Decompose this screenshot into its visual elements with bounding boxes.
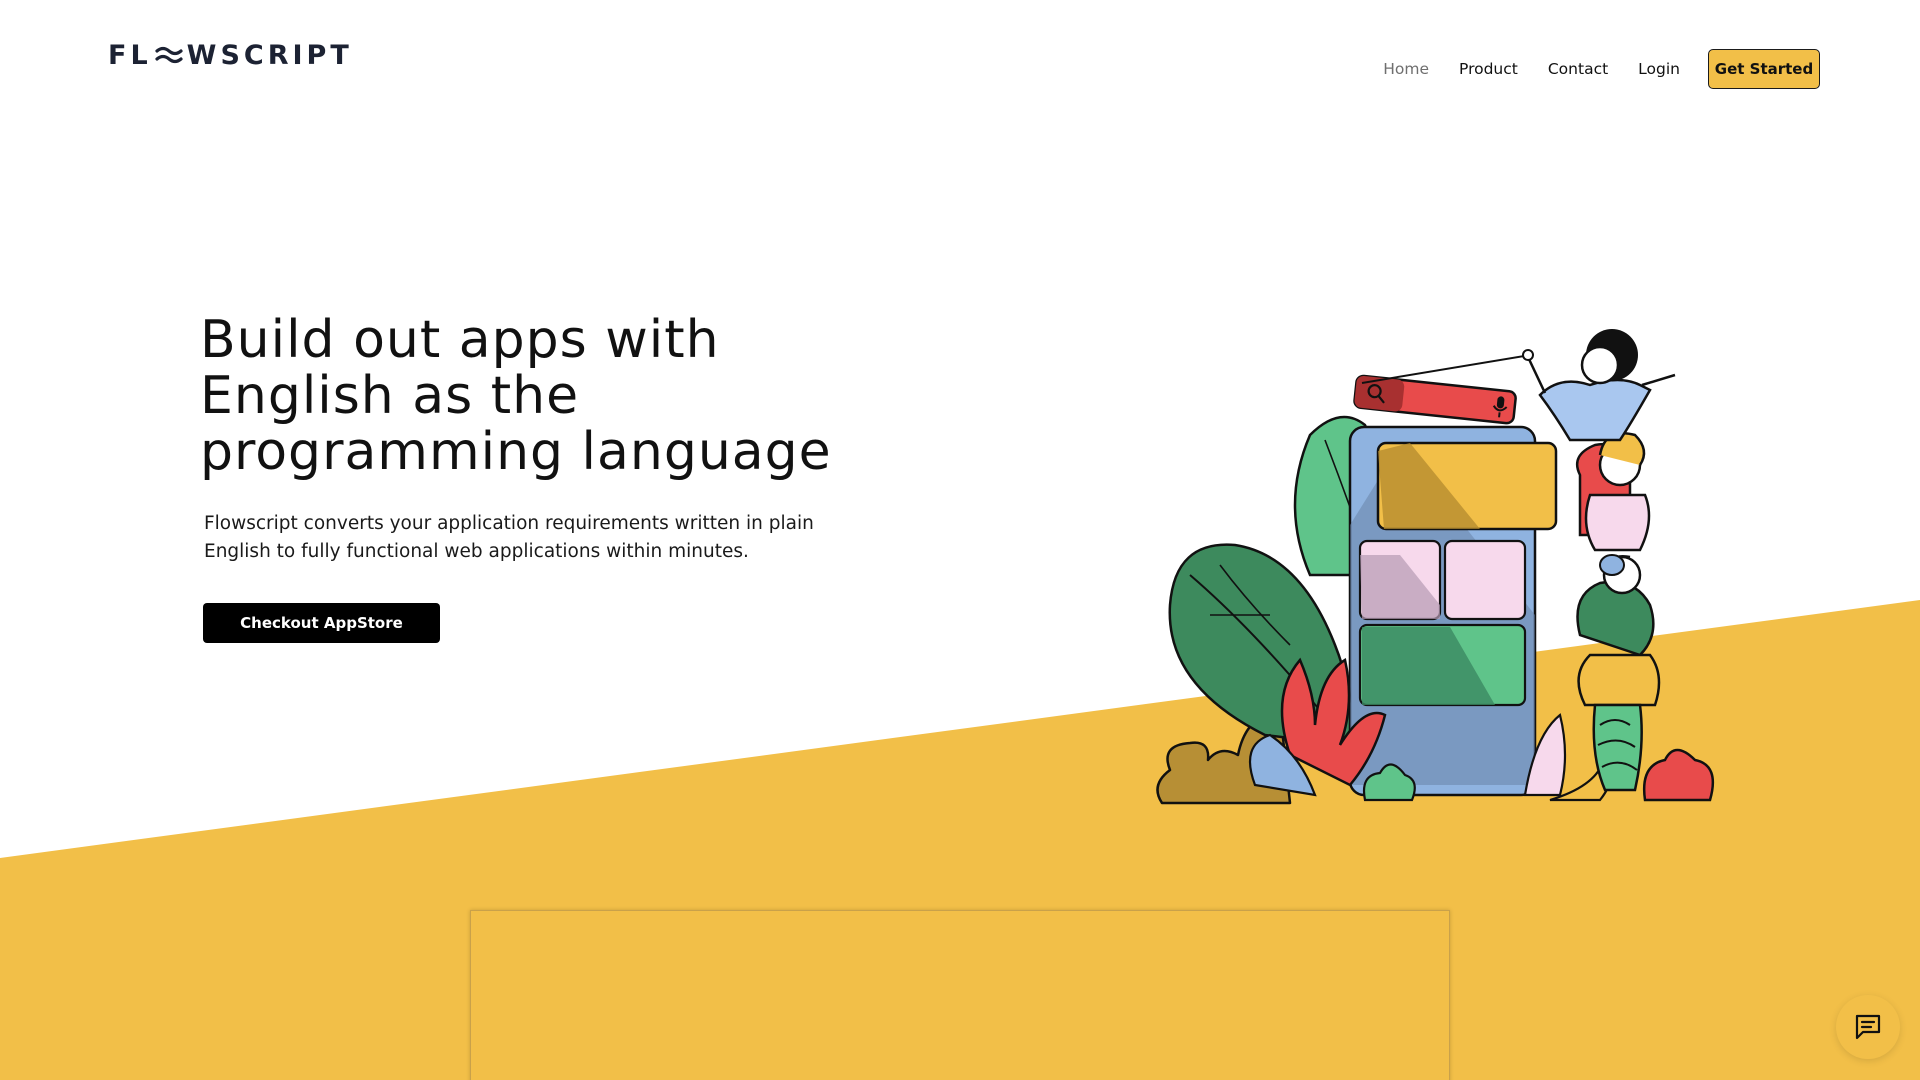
site-header: FL WSCRIPT Home Product Contact Login Ge…: [0, 0, 1920, 140]
hero-illustration: [1156, 329, 1715, 805]
logo-text-left: FL: [108, 39, 152, 71]
flowscript-logo[interactable]: FL WSCRIPT: [108, 39, 353, 71]
hero-description: Flowscript converts your application req…: [204, 513, 814, 562]
checkout-appstore-button[interactable]: Checkout AppStore: [203, 603, 440, 643]
chat-widget-button[interactable]: [1836, 995, 1900, 1059]
hero-title: Build out apps with English as the progr…: [200, 310, 832, 482]
get-started-button[interactable]: Get Started: [1708, 49, 1820, 89]
main-nav: Home Product Contact Login: [1353, 56, 1680, 82]
nav-home-link[interactable]: Home: [1383, 60, 1429, 78]
nav-product-link[interactable]: Product: [1459, 60, 1518, 78]
nav-login-link[interactable]: Login: [1638, 60, 1680, 78]
landing-page: FL WSCRIPT Home Product Contact Login Ge…: [0, 0, 1920, 1080]
chat-icon: [1855, 1014, 1881, 1040]
video-embed-frame[interactable]: [470, 910, 1450, 1080]
logo-text-right: WSCRIPT: [186, 39, 353, 71]
nav-contact-link[interactable]: Contact: [1548, 60, 1608, 78]
wave-o-icon: [155, 46, 183, 64]
